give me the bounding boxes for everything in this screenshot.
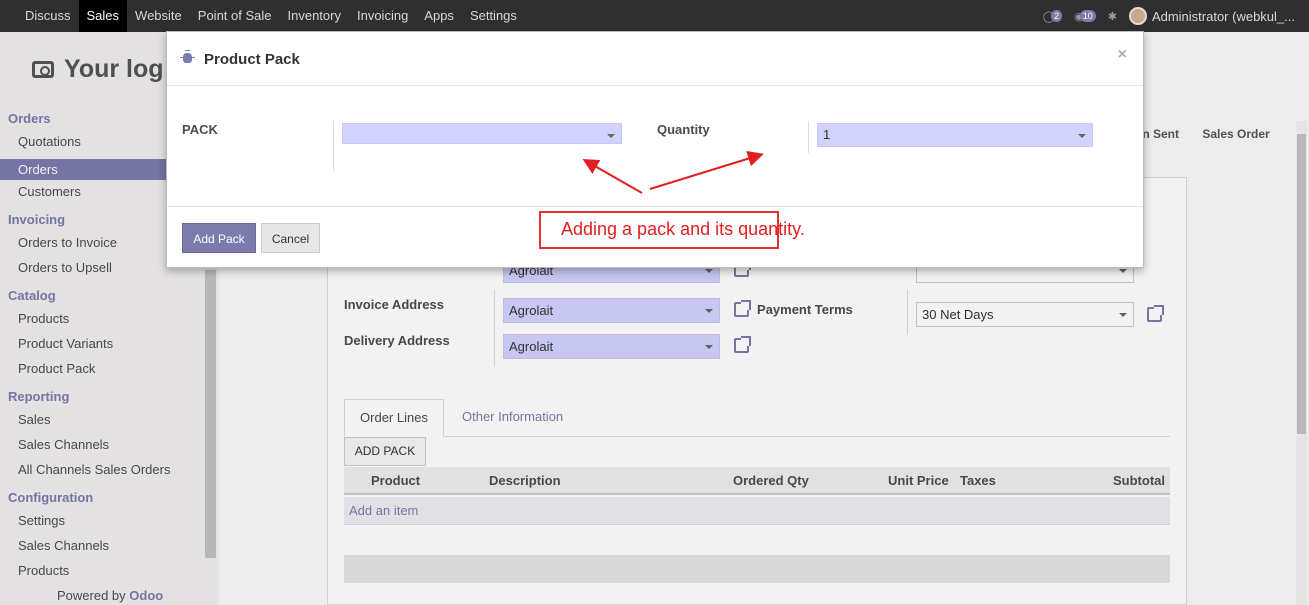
menu-sales[interactable]: Sales [78, 0, 128, 32]
debug-bug-icon[interactable]: ✱ [1108, 10, 1117, 23]
messages-button[interactable]: ◉ 10 [1074, 10, 1096, 23]
menu-discuss[interactable]: Discuss [17, 0, 79, 32]
user-name: Administrator (webkul_... [1151, 8, 1295, 24]
quantity-label: Quantity [657, 122, 710, 137]
add-pack-confirm-button[interactable]: Add Pack [182, 223, 256, 253]
dialog-header: Product Pack × [167, 32, 1143, 86]
field-divider [333, 121, 334, 171]
bug-icon [180, 50, 195, 63]
cancel-button[interactable]: Cancel [261, 223, 320, 253]
quantity-input[interactable]: 1 [817, 123, 1093, 147]
user-menu[interactable]: Administrator (webkul_... [1128, 7, 1295, 25]
menu-inventory[interactable]: Inventory [280, 0, 349, 32]
menu-website[interactable]: Website [127, 0, 190, 32]
menu-point-of-sale[interactable]: Point of Sale [190, 0, 280, 32]
dialog-title: Product Pack [204, 51, 300, 68]
menu-settings[interactable]: Settings [462, 0, 525, 32]
chat-button[interactable]: ◯ 2 [1043, 10, 1063, 23]
menu-apps[interactable]: Apps [416, 0, 462, 32]
messages-count: 10 [1079, 10, 1096, 22]
field-divider [808, 121, 809, 153]
menu-invoicing[interactable]: Invoicing [349, 0, 416, 32]
close-icon[interactable]: × [1118, 46, 1127, 64]
pack-select[interactable] [342, 123, 622, 144]
chat-count: 2 [1051, 10, 1063, 22]
top-navbar: Discuss Sales Website Point of Sale Inve… [0, 0, 1309, 32]
app-menu: Discuss Sales Website Point of Sale Inve… [17, 0, 525, 32]
annotation-callout: Adding a pack and its quantity. [539, 211, 805, 249]
pack-label: PACK [182, 122, 218, 137]
avatar [1128, 7, 1147, 25]
